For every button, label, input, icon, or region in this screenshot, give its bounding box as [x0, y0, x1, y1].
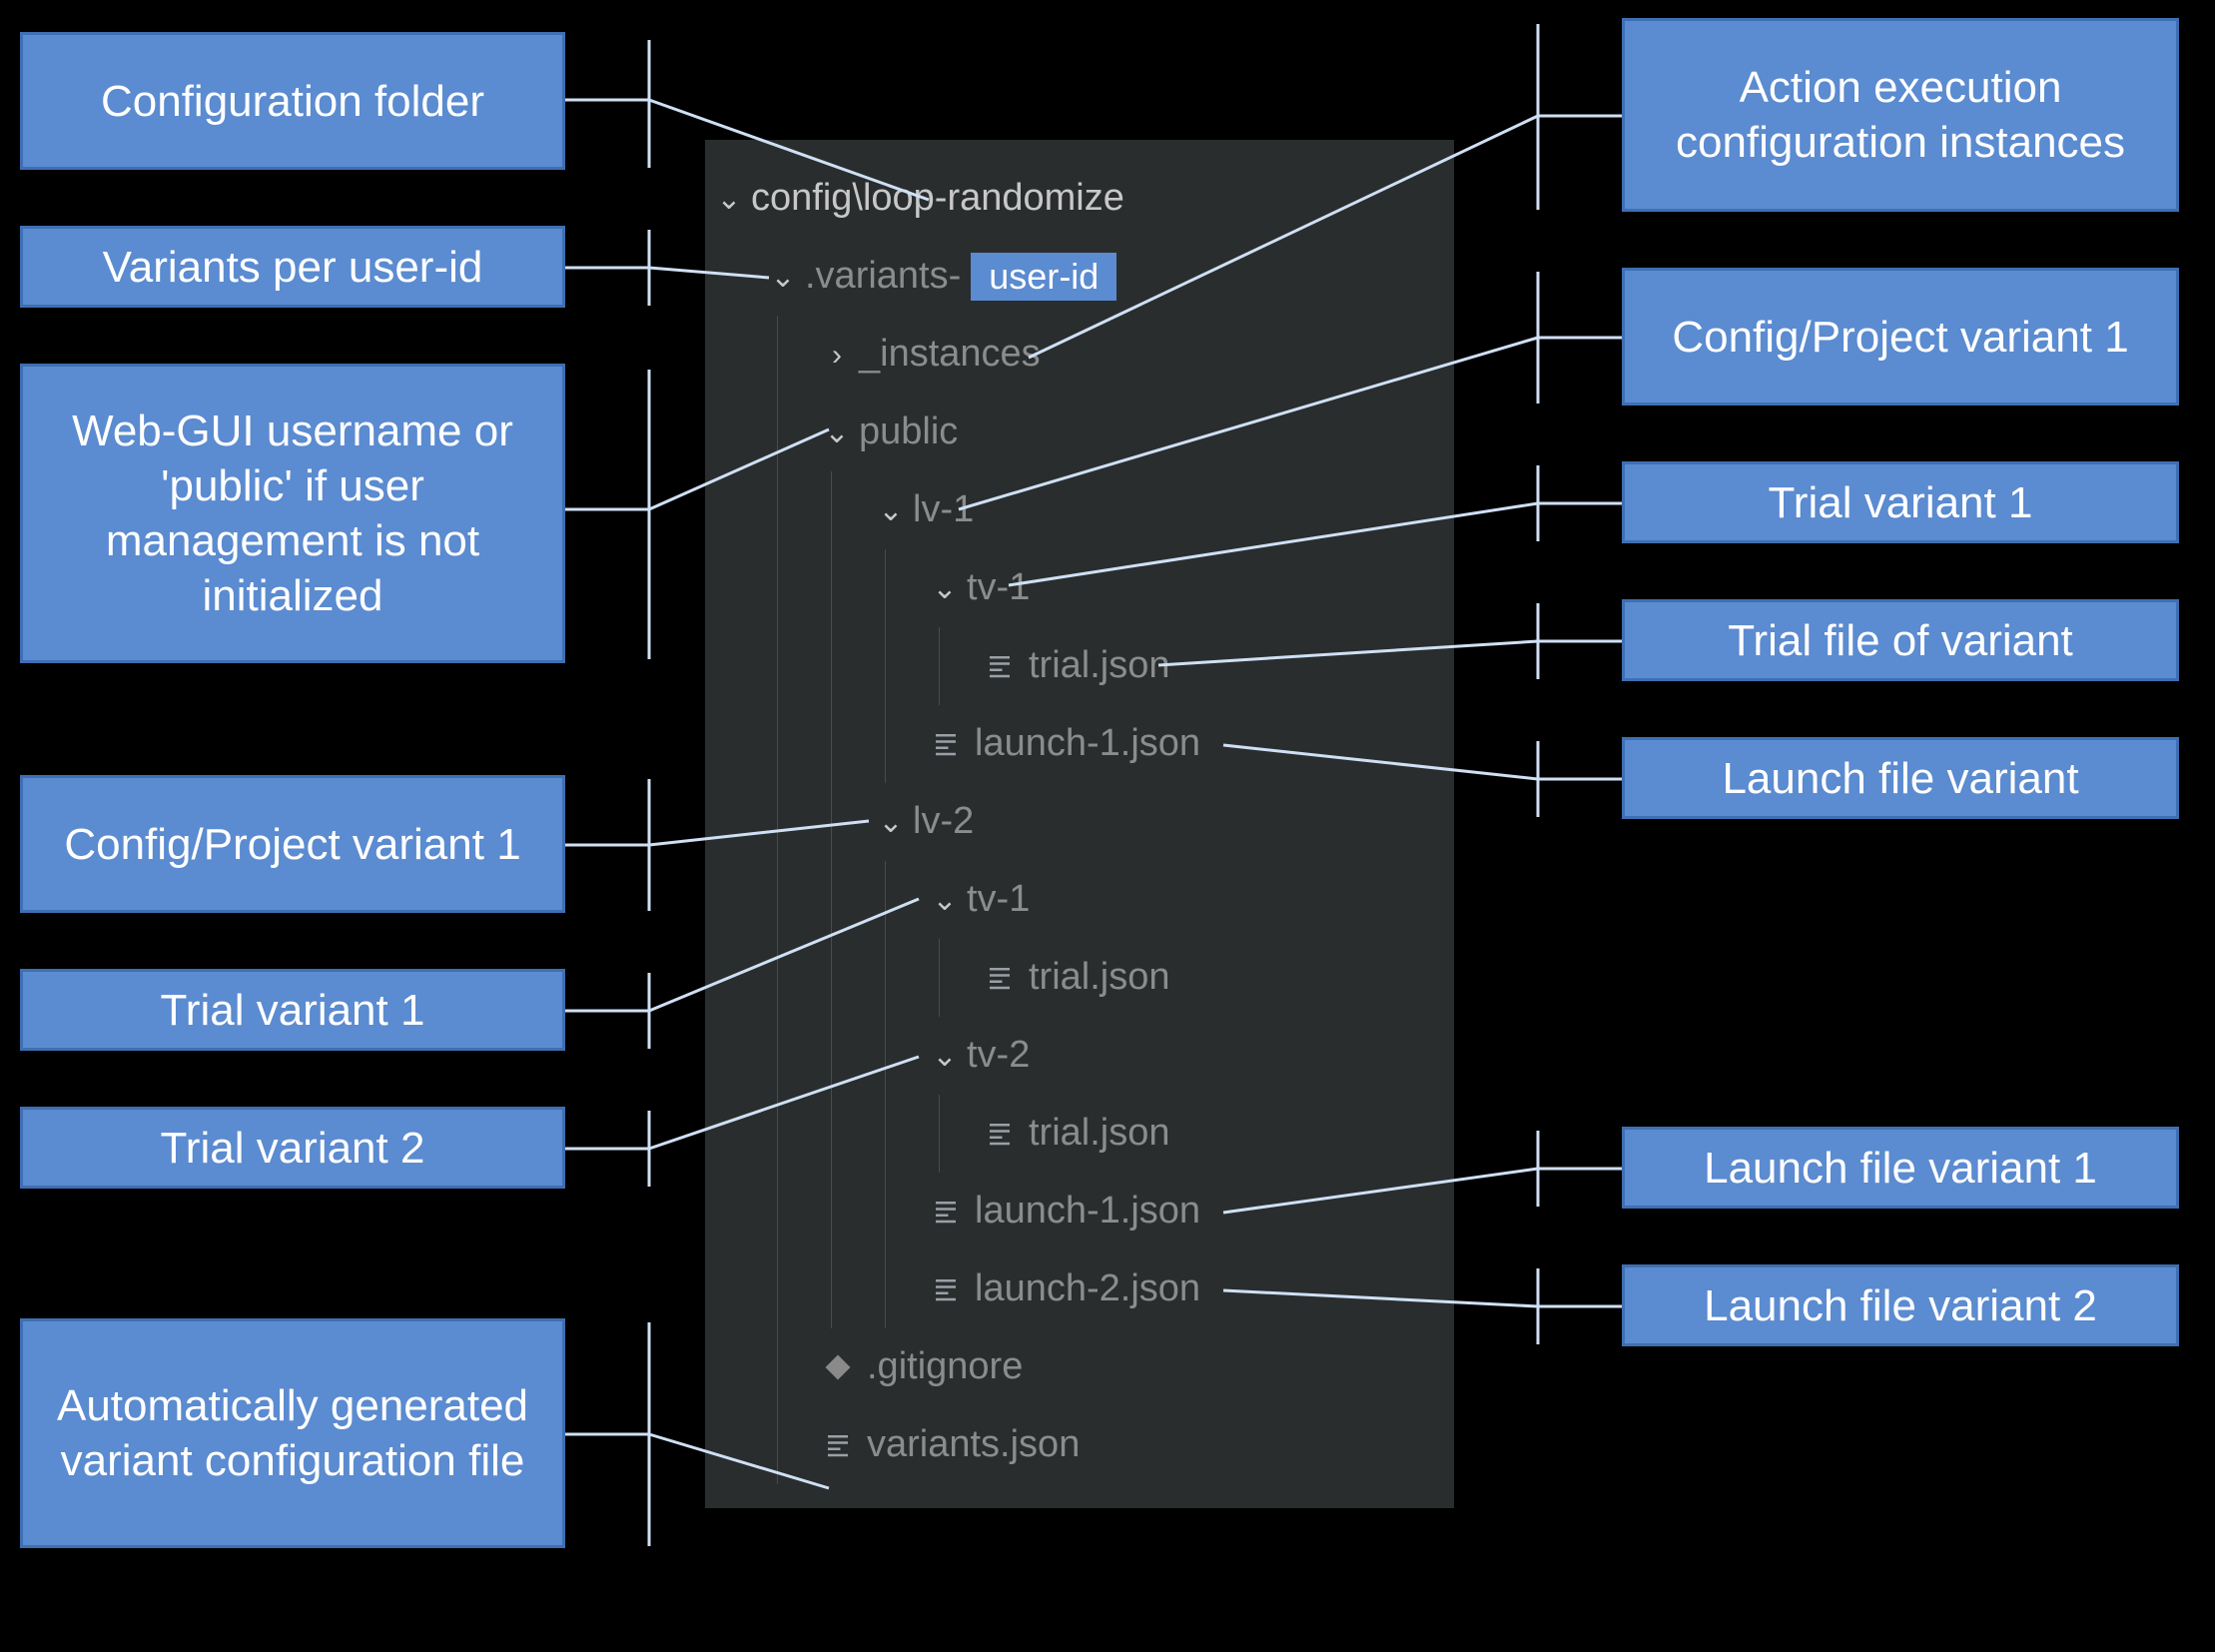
tree-label: .variants- [805, 256, 961, 298]
chevron-down-icon: ⌄ [875, 806, 907, 839]
ann-auto-variant-file: Automatically generated variant configur… [20, 1318, 565, 1548]
tree-label: .gitignore [867, 1346, 1023, 1388]
ann-trial-variant1-r: Trial variant 1 [1622, 461, 2179, 543]
tree-label: trial.json [1029, 957, 1170, 999]
ann-trial-variant2-l: Trial variant 2 [20, 1107, 565, 1189]
tree-label: trial.json [1029, 645, 1170, 687]
tree-row-public[interactable]: ⌄ public [705, 394, 1454, 471]
ann-variants-per-user: Variants per user-id [20, 226, 565, 308]
ann-launch-file-2: Launch file variant 2 [1622, 1264, 2179, 1346]
tree-row-root[interactable]: ⌄ config\loop-randomize [705, 160, 1454, 238]
git-icon [821, 1350, 855, 1384]
tree-row-lv2-tv2[interactable]: ⌄ tv-2 [705, 1017, 1454, 1095]
tree-label: launch-1.json [975, 1191, 1200, 1233]
tree-row-lv1-tv1[interactable]: ⌄ tv-1 [705, 549, 1454, 627]
tree-row-gitignore[interactable]: .gitignore [705, 1328, 1454, 1406]
ann-launch-file-1: Launch file variant 1 [1622, 1127, 2179, 1209]
chevron-down-icon: ⌄ [875, 494, 907, 527]
tree-row-lv2-launch1[interactable]: launch-1.json [705, 1173, 1454, 1250]
tree-label: tv-1 [967, 879, 1030, 921]
file-tree-panel: ⌄ config\loop-randomize ⌄ .variants- use… [705, 140, 1454, 1508]
tree-row-instances[interactable]: › _instances [705, 316, 1454, 394]
tree-row-lv1-tv1-trial[interactable]: trial.json [705, 627, 1454, 705]
user-id-badge: user-id [971, 253, 1116, 301]
ann-config-folder: Configuration folder [20, 32, 565, 170]
ann-launch-file: Launch file variant [1622, 737, 2179, 819]
file-icon [983, 649, 1017, 683]
file-icon [983, 1117, 1017, 1151]
tree-row-variants[interactable]: ⌄ .variants- user-id [705, 238, 1454, 316]
chevron-down-icon: ⌄ [929, 572, 961, 605]
tree-label: tv-2 [967, 1035, 1030, 1077]
tree-label: config\loop-randomize [751, 178, 1124, 220]
ann-config-variant1-r: Config/Project variant 1 [1622, 268, 2179, 406]
chevron-down-icon: ⌄ [929, 884, 961, 917]
tree-row-lv1[interactable]: ⌄ lv-1 [705, 471, 1454, 549]
tree-label: launch-1.json [975, 723, 1200, 765]
tree-row-lv1-launch1[interactable]: launch-1.json [705, 705, 1454, 783]
tree-row-lv2[interactable]: ⌄ lv-2 [705, 783, 1454, 861]
chevron-down-icon: ⌄ [821, 416, 853, 449]
tree-label: trial.json [1029, 1113, 1170, 1155]
ann-trial-variant1-l: Trial variant 1 [20, 969, 565, 1051]
tree-label: lv-2 [913, 801, 974, 843]
tree-row-lv2-tv1-trial[interactable]: trial.json [705, 939, 1454, 1017]
ann-config-variant1-l: Config/Project variant 1 [20, 775, 565, 913]
file-icon [929, 1195, 963, 1229]
file-icon [983, 961, 1017, 995]
ann-action-exec: Action execution configuration instances [1622, 18, 2179, 212]
tree-label: launch-2.json [975, 1268, 1200, 1310]
chevron-down-icon: ⌄ [767, 261, 799, 294]
chevron-down-icon: ⌄ [929, 1040, 961, 1073]
file-icon [929, 727, 963, 761]
tree-row-lv2-launch2[interactable]: launch-2.json [705, 1250, 1454, 1328]
tree-label: lv-1 [913, 489, 974, 531]
tree-row-lv2-tv1[interactable]: ⌄ tv-1 [705, 861, 1454, 939]
file-icon [929, 1272, 963, 1306]
chevron-down-icon: ⌄ [713, 183, 745, 216]
tree-row-variants-json[interactable]: variants.json [705, 1406, 1454, 1484]
chevron-right-icon: › [821, 339, 853, 372]
file-icon [821, 1428, 855, 1462]
tree-label: tv-1 [967, 567, 1030, 609]
diagram-stage: ⌄ config\loop-randomize ⌄ .variants- use… [0, 0, 2215, 1652]
tree-label: public [859, 412, 958, 453]
ann-webgui-user: Web-GUI username or 'public' if user man… [20, 364, 565, 663]
tree-label: _instances [859, 334, 1041, 376]
tree-label: variants.json [867, 1424, 1080, 1466]
tree-row-lv2-tv2-trial[interactable]: trial.json [705, 1095, 1454, 1173]
ann-trial-file: Trial file of variant [1622, 599, 2179, 681]
